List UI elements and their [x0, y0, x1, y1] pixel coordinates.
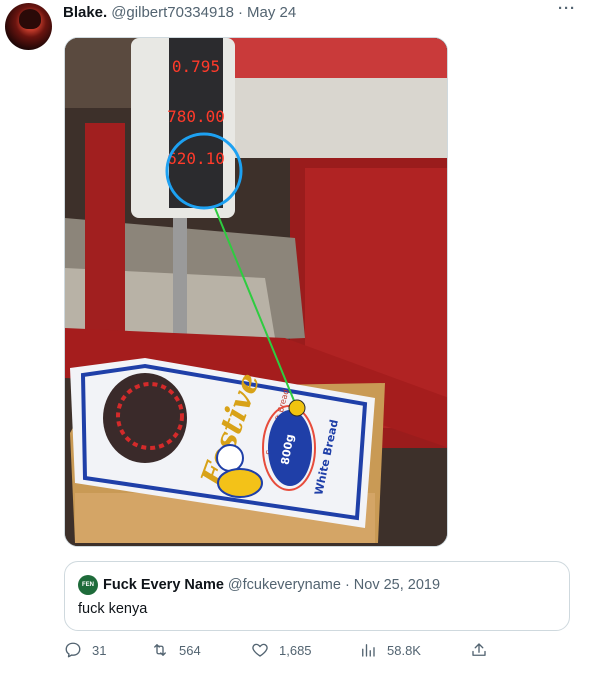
share-button[interactable] [470, 641, 498, 659]
retweet-icon [154, 644, 166, 656]
tweet-header: Blake. @gilbert70334918 · May 24 [63, 3, 588, 21]
views-icon [362, 644, 375, 657]
quoted-tweet-date: Nov 25, 2019 [353, 577, 441, 593]
share-icon [472, 643, 486, 656]
heart-icon [252, 643, 268, 657]
views-count: 58.8K [387, 642, 421, 658]
quoted-author-handle: @fcukeveryname [227, 577, 341, 593]
more-options-icon[interactable]: ··· [558, 1, 576, 16]
reply-count: 31 [92, 642, 107, 658]
reply-icon [65, 642, 81, 658]
quoted-separator-dot: · [344, 577, 350, 593]
author-handle[interactable]: @gilbert70334918 [111, 4, 234, 21]
views-button[interactable]: 58.8K [359, 641, 421, 659]
quoted-tweet[interactable]: FEN Fuck Every Name @fcukeveryname · Nov… [64, 561, 570, 631]
separator-dot: · [238, 3, 244, 21]
quoted-author-display-name: Fuck Every Name [103, 577, 224, 593]
author-display-name[interactable]: Blake. [63, 4, 107, 21]
author-avatar[interactable] [5, 3, 52, 50]
tweet-date[interactable]: May 24 [247, 4, 296, 21]
quoted-tweet-header: FEN Fuck Every Name @fcukeveryname · Nov… [78, 575, 440, 595]
like-count: 1,685 [279, 642, 312, 658]
scale-readout-weight: 620.10 [167, 149, 225, 168]
photo-scene: 0.795 780.00 620.10 Festive Super Soft B… [65, 38, 447, 546]
reply-button[interactable]: 31 [64, 641, 106, 659]
retweet-button[interactable]: 564 [151, 641, 201, 659]
retweet-count: 564 [179, 642, 201, 658]
tweet[interactable]: Blake. @gilbert70334918 · May 24 ··· 0.7… [0, 0, 598, 679]
scale-readout-unit: 780.00 [167, 107, 225, 126]
scale-readout-price: 0.795 [172, 57, 220, 76]
like-button[interactable]: 1,685 [251, 641, 312, 659]
tweet-actions: 31 564 1,685 58.8K [64, 641, 504, 663]
tweet-photo[interactable]: 0.795 780.00 620.10 Festive Super Soft B… [64, 37, 448, 547]
quoted-author-avatar: FEN [78, 575, 98, 595]
quoted-tweet-text: fuck kenya [78, 601, 148, 617]
